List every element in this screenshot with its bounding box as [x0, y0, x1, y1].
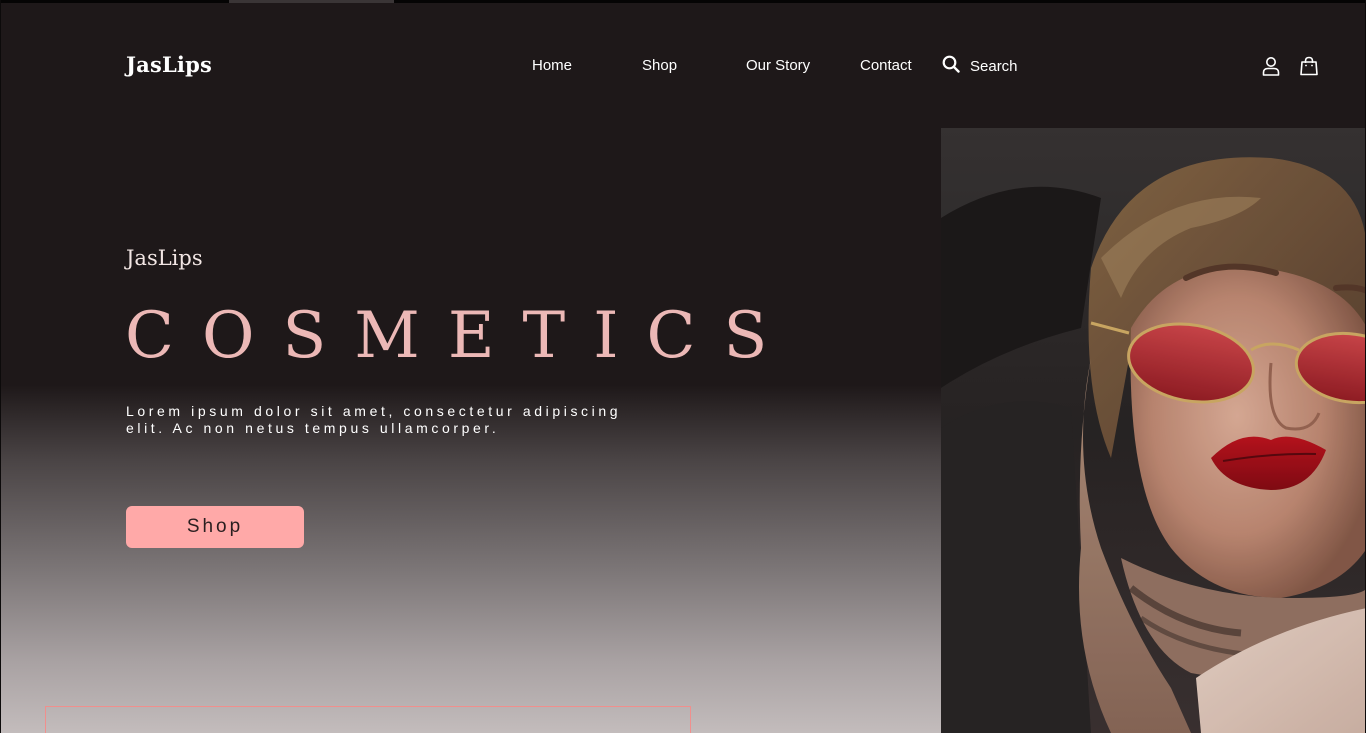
- nav-contact-link[interactable]: Contact: [860, 57, 912, 74]
- nav-shop-link[interactable]: Shop: [642, 57, 677, 74]
- shopping-bag-icon[interactable]: [1299, 56, 1319, 76]
- hero-image: [941, 128, 1365, 733]
- scroll-indicator: [229, 0, 394, 3]
- hero-title: COSMETICS: [125, 299, 796, 373]
- user-icon[interactable]: [1261, 56, 1281, 76]
- shop-button[interactable]: Shop: [126, 506, 304, 548]
- hero-description: Lorem ipsum dolor sit amet, consectetur …: [126, 403, 622, 436]
- newsletter-box: [45, 706, 691, 733]
- nav-our-story-link[interactable]: Our Story: [746, 57, 810, 74]
- search-button[interactable]: Search: [942, 55, 1018, 77]
- search-label: Search: [970, 57, 1018, 75]
- top-strip: [1, 0, 1365, 3]
- search-icon: [942, 55, 960, 77]
- nav-home-link[interactable]: Home: [532, 57, 572, 74]
- hero-brand: JasLips: [126, 246, 203, 270]
- logo[interactable]: JasLips: [126, 52, 212, 77]
- landing-page: JasLips Home Shop Our Story Contact Sear…: [0, 0, 1366, 733]
